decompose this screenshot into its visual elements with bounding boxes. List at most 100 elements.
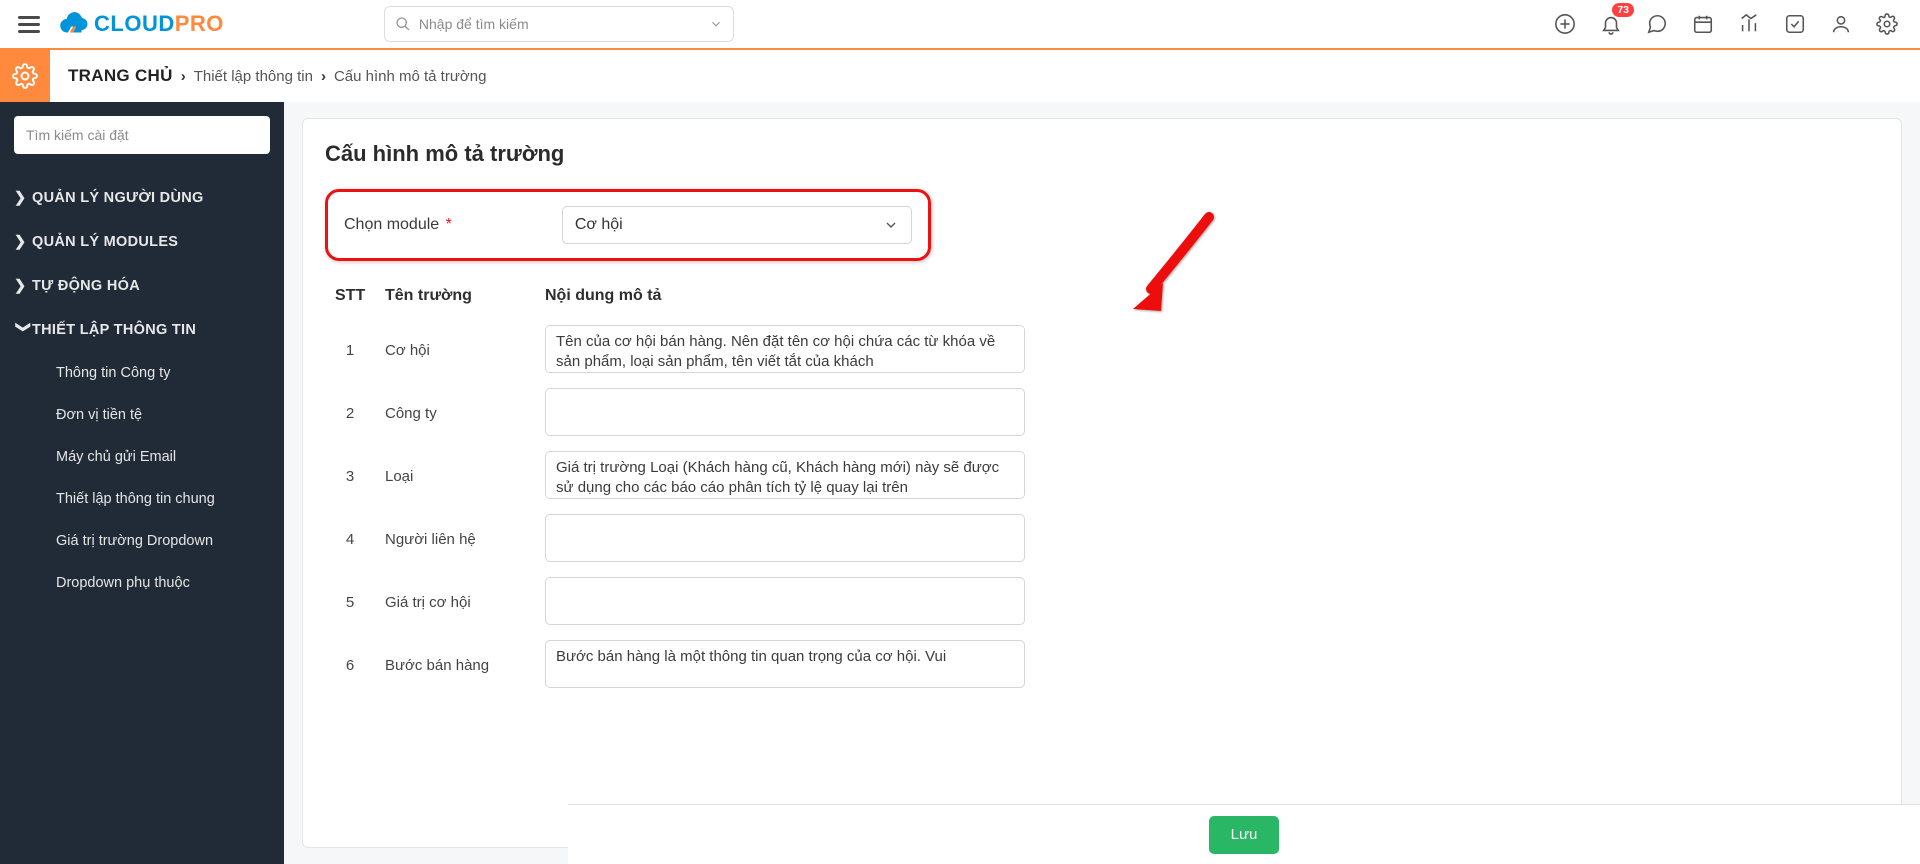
sidebar-group-label: THIẾT LẬP THÔNG TIN [32, 322, 196, 338]
main-layout: Tìm kiếm cài đặt ❯ QUẢN LÝ NGƯỜI DÙNG ❯ … [0, 102, 1920, 864]
table-row: 6 Bước bán hàng [325, 634, 1025, 697]
logo-text-pro: PRO [175, 11, 224, 37]
footer-bar: Lưu [568, 804, 1920, 864]
cell-fieldname: Loại [385, 468, 545, 485]
table-header: STT Tên trường Nội dung mô tả [325, 287, 1025, 319]
sidebar-group-users[interactable]: ❯ QUẢN LÝ NGƯỜI DÙNG [14, 176, 270, 220]
cell-index: 4 [335, 531, 385, 548]
logo-text-cloud: CLOUD [94, 11, 175, 37]
cell-index: 1 [335, 342, 385, 359]
hamburger-icon [18, 23, 40, 26]
module-label-text: Chọn module [344, 216, 439, 233]
breadcrumb-home[interactable]: TRANG CHỦ [68, 66, 173, 86]
sidebar-item-dropdown-values[interactable]: Giá trị trường Dropdown [14, 520, 270, 562]
col-header-stt: STT [335, 287, 385, 305]
sidebar-search-input[interactable]: Tìm kiếm cài đặt [14, 116, 270, 154]
sidebar-item-company-info[interactable]: Thông tin Công ty [14, 352, 270, 394]
cell-index: 6 [335, 657, 385, 674]
table-row: 4 Người liên hệ [325, 508, 1025, 571]
topbar-actions: 73 [1554, 13, 1912, 35]
module-select-value: Cơ hội [575, 216, 623, 234]
breadcrumb-level1[interactable]: Thiết lập thông tin [194, 68, 313, 85]
sidebar-group-label: QUẢN LÝ MODULES [32, 234, 178, 250]
sidebar-item-label: Dropdown phụ thuộc [56, 575, 190, 591]
cell-fieldname: Công ty [385, 405, 545, 422]
sidebar-item-email-server[interactable]: Máy chủ gửi Email [14, 436, 270, 478]
description-textarea[interactable] [545, 388, 1025, 436]
menu-toggle-button[interactable] [8, 3, 50, 45]
chevron-down-icon [709, 17, 723, 31]
sidebar-item-label: Thiết lập thông tin chung [56, 491, 215, 507]
breadcrumb-level2: Cấu hình mô tả trường [334, 68, 486, 85]
cell-fieldname: Người liên hệ [385, 531, 545, 548]
sidebar-item-label: Giá trị trường Dropdown [56, 533, 213, 549]
global-search-input[interactable]: Nhập để tìm kiếm [384, 6, 734, 42]
sidebar-group-modules[interactable]: ❯ QUẢN LÝ MODULES [14, 220, 270, 264]
notification-badge: 73 [1612, 3, 1634, 17]
description-textarea[interactable] [545, 640, 1025, 688]
reports-button[interactable] [1738, 13, 1760, 35]
settings-button[interactable] [1876, 13, 1898, 35]
breadcrumb: TRANG CHỦ › Thiết lập thông tin › Cấu hì… [50, 50, 486, 102]
chevron-right-icon: › [321, 68, 326, 85]
chat-button[interactable] [1646, 13, 1668, 35]
page-title: Cấu hình mô tả trường [325, 141, 1879, 167]
plus-circle-icon [1554, 13, 1576, 35]
col-header-desc: Nội dung mô tả [545, 287, 1025, 305]
sidebar-item-general-settings[interactable]: Thiết lập thông tin chung [14, 478, 270, 520]
config-card: Cấu hình mô tả trường Chọn module * Cơ h… [302, 118, 1902, 848]
global-search-placeholder: Nhập để tìm kiếm [419, 16, 529, 32]
sidebar-item-label: Máy chủ gửi Email [56, 449, 176, 465]
chart-icon [1738, 13, 1760, 35]
add-button[interactable] [1554, 13, 1576, 35]
cell-index: 2 [335, 405, 385, 422]
gear-icon [12, 63, 38, 89]
sidebar-group-settings[interactable]: ❯ THIẾT LẬP THÔNG TIN [14, 308, 270, 352]
module-label: Chọn module * [344, 216, 452, 234]
cell-index: 5 [335, 594, 385, 611]
required-asterisk: * [441, 216, 452, 233]
col-header-name: Tên trường [385, 287, 545, 305]
breadcrumb-row: TRANG CHỦ › Thiết lập thông tin › Cấu hì… [0, 50, 1920, 102]
description-textarea[interactable] [545, 325, 1025, 373]
search-icon [395, 16, 411, 32]
sidebar-item-label: Thông tin Công ty [56, 365, 170, 381]
description-textarea[interactable] [545, 451, 1025, 499]
notifications-button[interactable]: 73 [1600, 13, 1622, 35]
profile-button[interactable] [1830, 13, 1852, 35]
sidebar-search-placeholder: Tìm kiếm cài đặt [26, 127, 129, 143]
tasks-button[interactable] [1784, 13, 1806, 35]
logo[interactable]: CLOUDPRO [56, 11, 224, 37]
module-select[interactable]: Cơ hội [562, 206, 912, 244]
chevron-down-icon: ❯ [15, 321, 31, 339]
save-button[interactable]: Lưu [1209, 816, 1280, 854]
sidebar-group-label: TỰ ĐỘNG HÓA [32, 278, 140, 294]
gear-icon [1876, 13, 1898, 35]
fields-table: STT Tên trường Nội dung mô tả 1 Cơ hội 2… [325, 287, 1025, 697]
module-selector-row: Chọn module * Cơ hội [325, 189, 931, 261]
description-textarea[interactable] [545, 577, 1025, 625]
user-icon [1830, 13, 1852, 35]
table-row: 2 Công ty [325, 382, 1025, 445]
sidebar-item-currency[interactable]: Đơn vị tiền tệ [14, 394, 270, 436]
chevron-right-icon: ❯ [14, 190, 32, 206]
sidebar-item-dependent-dropdown[interactable]: Dropdown phụ thuộc [14, 562, 270, 604]
calendar-button[interactable] [1692, 13, 1714, 35]
cell-fieldname: Cơ hội [385, 342, 545, 359]
cell-index: 3 [335, 468, 385, 485]
sidebar-group-automation[interactable]: ❯ TỰ ĐỘNG HÓA [14, 264, 270, 308]
sidebar-group-label: QUẢN LÝ NGƯỜI DÙNG [32, 190, 204, 206]
table-row: 5 Giá trị cơ hội [325, 571, 1025, 634]
chevron-down-icon [883, 217, 899, 233]
table-row: 3 Loại [325, 445, 1025, 508]
settings-tile[interactable] [0, 50, 50, 102]
chevron-right-icon: ❯ [14, 278, 32, 294]
chevron-right-icon: › [181, 68, 186, 85]
sidebar-item-label: Đơn vị tiền tệ [56, 407, 142, 423]
content-area: Cấu hình mô tả trường Chọn module * Cơ h… [284, 102, 1920, 864]
cloud-icon [56, 11, 90, 37]
description-textarea[interactable] [545, 514, 1025, 562]
cell-fieldname: Giá trị cơ hội [385, 594, 545, 611]
sidebar: Tìm kiếm cài đặt ❯ QUẢN LÝ NGƯỜI DÙNG ❯ … [0, 102, 284, 864]
cell-fieldname: Bước bán hàng [385, 657, 545, 674]
